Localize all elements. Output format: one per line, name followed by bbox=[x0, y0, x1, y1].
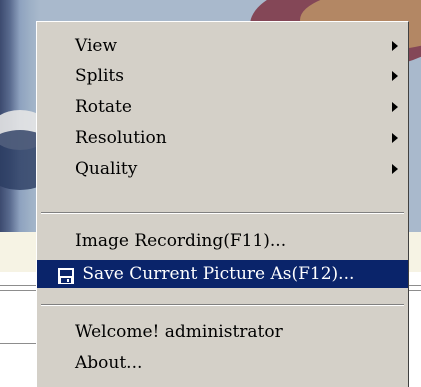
menu-item-about[interactable]: About... bbox=[37, 349, 408, 377]
menu-item-label: About... bbox=[75, 353, 143, 373]
menu-item-view[interactable]: View bbox=[37, 32, 408, 60]
menu-item-label: Image Recording(F11)... bbox=[75, 231, 287, 251]
submenu-arrow-icon bbox=[392, 71, 398, 81]
menu-item-rotate[interactable]: Rotate bbox=[37, 93, 408, 121]
menu-item-splits[interactable]: Splits bbox=[37, 62, 408, 90]
submenu-arrow-icon bbox=[392, 133, 398, 143]
menu-item-image-recording[interactable]: Image Recording(F11)... bbox=[37, 227, 408, 255]
menu-item-save-current-picture[interactable]: Save Current Picture As(F12)... bbox=[37, 260, 408, 288]
menu-item-quality[interactable]: Quality bbox=[37, 155, 408, 183]
submenu-arrow-icon bbox=[392, 102, 398, 112]
floppy-disk-icon bbox=[58, 265, 74, 284]
menu-separator bbox=[41, 304, 404, 306]
submenu-arrow-icon bbox=[392, 164, 398, 174]
menu-item-label: Save Current Picture As(F12)... bbox=[82, 264, 355, 284]
menu-item-label: Splits bbox=[75, 66, 124, 86]
menu-item-label: Welcome! administrator bbox=[75, 322, 283, 342]
context-menu: View Splits Rotate Resolution Quality Im… bbox=[36, 21, 409, 387]
menu-item-label: Resolution bbox=[75, 128, 167, 148]
menu-item-label: Rotate bbox=[75, 97, 132, 117]
menu-item-resolution[interactable]: Resolution bbox=[37, 124, 408, 152]
menu-item-label: Quality bbox=[75, 159, 138, 179]
menu-item-welcome[interactable]: Welcome! administrator bbox=[37, 318, 408, 346]
submenu-arrow-icon bbox=[392, 41, 398, 51]
menu-item-label: View bbox=[75, 36, 118, 56]
menu-separator bbox=[41, 212, 404, 214]
